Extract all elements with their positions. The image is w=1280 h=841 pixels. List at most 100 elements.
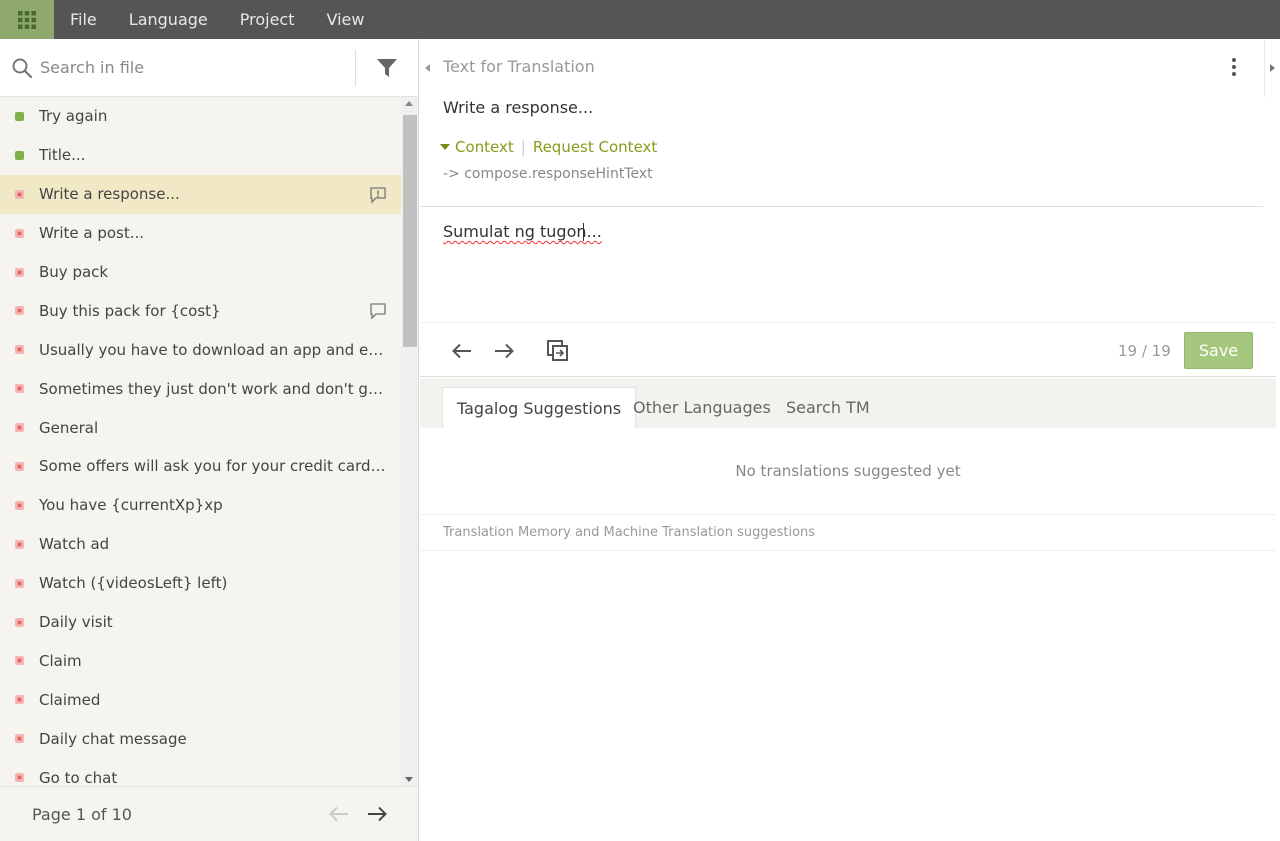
list-item-label: Watch ad [39, 535, 110, 554]
arrow-left-icon [452, 343, 471, 359]
arrow-right-icon [495, 343, 514, 359]
copy-source-button[interactable] [544, 337, 572, 365]
list-item-label: Daily chat message [39, 729, 187, 748]
untranslated-status-icon [15, 695, 24, 705]
list-item[interactable]: You have {currentXp}xp [0, 486, 401, 525]
apps-grid-button[interactable] [0, 0, 54, 39]
context-toggle[interactable]: Context [455, 138, 514, 156]
context-toggle-icon[interactable] [440, 144, 450, 150]
more-options-button[interactable] [1228, 57, 1240, 81]
list-item[interactable]: Sometimes they just don't work and don't… [0, 369, 401, 408]
list-item[interactable]: Some offers will ask you for your credit… [0, 447, 401, 486]
untranslated-status-icon [15, 461, 24, 471]
filter-icon [377, 58, 397, 77]
list-item[interactable]: Daily chat message [0, 719, 401, 758]
list-item[interactable]: Claimed [0, 680, 401, 719]
list-item[interactable]: Go to chat [0, 758, 401, 786]
list-item[interactable]: Try again [0, 97, 401, 136]
list-scrollbar[interactable] [401, 97, 418, 786]
arrow-left-icon [329, 806, 348, 822]
save-button[interactable]: Save [1184, 332, 1253, 369]
source-string-area: Text for Translation Write a response...… [420, 39, 1263, 207]
suggestion-tabs: Tagalog Suggestions Other Languages Sear… [420, 378, 1276, 428]
previous-string-button[interactable] [448, 337, 476, 365]
list-item-label: Buy pack [39, 263, 109, 281]
untranslated-status-icon [15, 423, 24, 433]
list-item-label: Write a post... [39, 224, 145, 243]
next-string-button[interactable] [490, 337, 518, 365]
search-icon [0, 39, 40, 97]
tab-other-languages[interactable]: Other Languages [619, 387, 785, 428]
next-page-button[interactable] [358, 795, 396, 833]
text-caret [583, 223, 584, 241]
source-text: Write a response... [443, 98, 594, 117]
menu-project[interactable]: Project [224, 0, 311, 39]
comment-icon[interactable] [369, 302, 387, 324]
untranslated-status-icon [15, 228, 24, 238]
context-row: Context | Request Context [440, 138, 657, 156]
list-item-label: Buy this pack for {cost} [39, 301, 221, 320]
untranslated-status-icon [15, 656, 24, 666]
list-item-label: Claim [39, 651, 82, 670]
menu-view[interactable]: View [311, 0, 381, 39]
list-item-label: Some offers will ask you for your credit… [39, 457, 387, 476]
search-input[interactable] [40, 47, 355, 88]
string-list-panel: Try again Title... Write a response... Writ… [0, 39, 419, 841]
list-item-label: Watch ({videosLeft} left) [39, 574, 228, 593]
list-pager: Page 1 of 10 [0, 786, 418, 841]
list-item-label: Sometimes they just don't work and don't… [39, 379, 387, 398]
menu-language[interactable]: Language [113, 0, 224, 39]
list-item[interactable]: Usually you have to download an app and … [0, 330, 401, 369]
untranslated-status-icon [15, 267, 24, 277]
grid-icon [18, 10, 36, 29]
list-item[interactable]: Claim [0, 641, 401, 680]
list-item-label: Go to chat [39, 768, 118, 786]
list-item-label: Try again [39, 107, 108, 126]
search-row [0, 39, 418, 97]
string-counter: 19 / 19 [1118, 342, 1171, 360]
untranslated-status-icon [15, 773, 24, 783]
list-item[interactable]: General [0, 408, 401, 447]
list-item[interactable]: Watch ad [0, 525, 401, 564]
translation-editor[interactable]: Sumulat ng tugon... [420, 208, 1276, 323]
translated-status-icon [15, 111, 24, 121]
list-item[interactable]: Write a post... [0, 214, 401, 253]
translation-text[interactable]: Sumulat ng tugon... [443, 222, 602, 241]
context-separator: | [520, 138, 526, 156]
list-item-label: Write a response... [39, 185, 180, 204]
list-item-label: Claimed [39, 690, 101, 709]
tab-tagalog-suggestions[interactable]: Tagalog Suggestions [442, 387, 637, 428]
collapse-right-toggle[interactable] [1264, 39, 1280, 97]
editor-toolbar: 19 / 19 Save [420, 323, 1276, 377]
untranslated-status-icon [15, 539, 24, 549]
request-context-link[interactable]: Request Context [533, 138, 657, 156]
translated-status-icon [15, 150, 24, 160]
list-item[interactable]: Write a response... [0, 174, 401, 214]
filter-button[interactable] [356, 39, 418, 97]
empty-suggestions: No translations suggested yet [420, 428, 1276, 515]
list-item[interactable]: Buy this pack for {cost} [0, 291, 401, 330]
untranslated-status-icon [15, 384, 24, 394]
prev-page-button[interactable] [320, 795, 358, 833]
untranslated-status-icon [15, 345, 24, 355]
top-menu-bar: File Language Project View [0, 0, 1280, 39]
list-item-label: Title... [39, 146, 86, 165]
tab-search-tm[interactable]: Search TM [772, 387, 884, 428]
list-item[interactable]: Watch ({videosLeft} left) [0, 564, 401, 603]
menu-file[interactable]: File [54, 0, 113, 39]
scroll-up-arrow[interactable] [405, 101, 413, 106]
scroll-down-arrow[interactable] [405, 777, 413, 782]
scroll-thumb[interactable] [403, 115, 417, 347]
untranslated-status-icon [15, 578, 24, 588]
translation-panel: Text for Translation Write a response...… [420, 39, 1280, 841]
list-item[interactable]: Buy pack [0, 253, 401, 292]
copy-source-icon [547, 340, 568, 361]
string-list: Try again Title... Write a response... Writ… [0, 97, 418, 786]
caret-right-icon [1270, 64, 1275, 72]
list-item[interactable]: Daily visit [0, 603, 401, 642]
untranslated-status-icon [15, 306, 24, 316]
list-item[interactable]: Title... [0, 136, 401, 175]
context-key: -> compose.responseHintText [443, 166, 653, 182]
issue-icon[interactable] [369, 186, 387, 208]
untranslated-status-icon [15, 500, 24, 510]
